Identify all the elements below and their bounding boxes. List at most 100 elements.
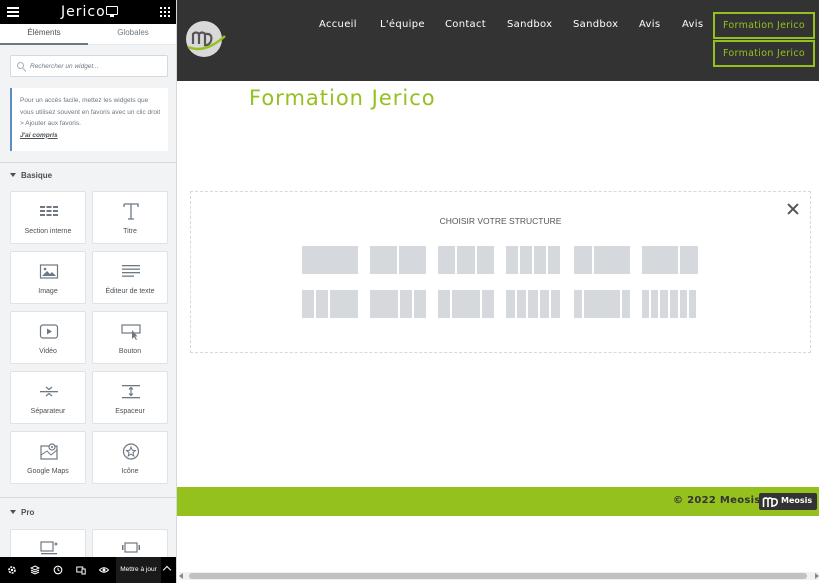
widget-search-input[interactable] bbox=[30, 59, 165, 73]
map-icon bbox=[40, 443, 58, 460]
update-button[interactable]: Mettre à jour bbox=[116, 557, 161, 583]
scroll-right-arrow-icon[interactable] bbox=[815, 573, 819, 579]
nav-avis-2[interactable]: Avis bbox=[682, 19, 703, 30]
caret-down-icon bbox=[10, 173, 16, 177]
widget-label: Google Maps bbox=[27, 468, 69, 475]
nav-formation-button-1[interactable]: Formation Jerico bbox=[713, 12, 815, 39]
posts-icon bbox=[40, 541, 58, 555]
structure-preset-100[interactable] bbox=[302, 246, 358, 274]
widgets-grid-icon[interactable] bbox=[160, 7, 170, 17]
panel-logo: Jerico bbox=[61, 4, 106, 20]
footer-logo[interactable]: Meosis bbox=[759, 493, 817, 510]
widget-label: Éditeur de texte bbox=[105, 288, 155, 295]
widget-inner-section[interactable]: Section interne bbox=[10, 191, 86, 244]
nav-formation-button-2[interactable]: Formation Jerico bbox=[713, 40, 815, 67]
image-icon bbox=[39, 264, 59, 279]
structure-preset-20x5[interactable] bbox=[506, 290, 562, 318]
page-title[interactable]: Formation Jerico bbox=[249, 86, 436, 110]
widget-label: Vidéo bbox=[39, 348, 57, 355]
section-title-label: Pro bbox=[21, 508, 35, 517]
widget-text-editor[interactable]: Éditeur de texte bbox=[92, 251, 168, 304]
widget-google-maps[interactable]: Google Maps bbox=[10, 431, 86, 484]
panel-tabs: Éléments Globales bbox=[0, 24, 176, 45]
page-preview: Accueil L'équipe Contact Sandbox Sandbox… bbox=[177, 0, 819, 583]
widget-label: Section interne bbox=[24, 228, 72, 235]
structure-title: CHOISIR VOTRE STRUCTURE bbox=[439, 216, 562, 226]
hamburger-menu-icon[interactable] bbox=[7, 7, 19, 17]
meosis-logo-mark-icon bbox=[762, 497, 778, 507]
site-header: Accueil L'équipe Contact Sandbox Sandbox… bbox=[177, 0, 819, 81]
structure-preset-25-25-50[interactable] bbox=[302, 290, 358, 318]
widget-label: Titre bbox=[123, 228, 137, 235]
structure-preset-66-33[interactable] bbox=[642, 246, 698, 274]
nav-sandbox-2[interactable]: Sandbox bbox=[573, 19, 618, 30]
nav-accueil[interactable]: Accueil bbox=[319, 19, 357, 30]
horizontal-scrollbar[interactable] bbox=[179, 572, 819, 580]
heading-icon bbox=[123, 203, 139, 220]
caret-down-icon bbox=[10, 510, 16, 514]
section-divider bbox=[0, 162, 176, 163]
panel-footer-bar: Mettre à jour bbox=[0, 557, 176, 583]
close-icon[interactable] bbox=[787, 203, 799, 215]
structure-preset-16-66-16[interactable] bbox=[574, 290, 630, 318]
structure-preset-33x3[interactable] bbox=[438, 246, 494, 274]
divider-icon bbox=[40, 386, 58, 397]
monitor-icon bbox=[106, 6, 118, 17]
star-icon bbox=[122, 443, 140, 460]
widget-heading[interactable]: Titre bbox=[92, 191, 168, 244]
structure-preset-16x6[interactable] bbox=[642, 290, 698, 318]
section-title-pro[interactable]: Pro bbox=[10, 508, 34, 517]
text-editor-icon bbox=[122, 265, 140, 277]
spacer-icon bbox=[122, 385, 140, 399]
widget-label: Image bbox=[38, 288, 58, 295]
button-icon bbox=[121, 324, 141, 340]
nav-equipe[interactable]: L'équipe bbox=[380, 19, 425, 30]
video-icon bbox=[39, 324, 59, 339]
section-title-label: Basique bbox=[21, 171, 53, 180]
structure-picker: CHOISIR VOTRE STRUCTURE bbox=[190, 191, 811, 353]
site-footer: © 2022 Meosis Meosis bbox=[177, 487, 819, 516]
slides-icon bbox=[122, 542, 140, 553]
widget-spacer[interactable]: Espaceur bbox=[92, 371, 168, 424]
chevron-up-icon[interactable] bbox=[162, 565, 172, 575]
settings-gear-icon[interactable] bbox=[7, 565, 17, 575]
search-icon bbox=[17, 62, 24, 69]
section-divider bbox=[0, 497, 176, 498]
tab-globals[interactable]: Globales bbox=[89, 24, 176, 45]
history-icon[interactable] bbox=[53, 565, 63, 575]
scroll-left-arrow-icon[interactable] bbox=[179, 573, 183, 579]
structure-preset-50-50[interactable] bbox=[370, 246, 426, 274]
scrollbar-thumb[interactable] bbox=[189, 573, 807, 579]
structure-preset-25x4[interactable] bbox=[506, 246, 562, 274]
panel-header: Jerico bbox=[0, 0, 176, 24]
preview-eye-icon[interactable] bbox=[99, 565, 109, 575]
section-title-basique[interactable]: Basique bbox=[10, 171, 52, 180]
copyright-text: © 2022 Meosis bbox=[673, 495, 761, 506]
widget-image[interactable]: Image bbox=[10, 251, 86, 304]
hint-text: Pour un accès facile, mettez les widgets… bbox=[20, 97, 161, 127]
nav-contact[interactable]: Contact bbox=[445, 19, 486, 30]
structure-preset-50-25-25[interactable] bbox=[370, 290, 426, 318]
widget-label: Séparateur bbox=[30, 408, 66, 415]
editor-panel: Jerico Éléments Globales Pour un accès f… bbox=[0, 0, 177, 583]
favorites-hint: Pour un accès facile, mettez les widgets… bbox=[10, 88, 168, 151]
nav-sandbox-1[interactable]: Sandbox bbox=[507, 19, 552, 30]
structure-preset-33-66[interactable] bbox=[574, 246, 630, 274]
inner-section-icon bbox=[40, 206, 58, 216]
widget-video[interactable]: Vidéo bbox=[10, 311, 86, 364]
hint-dismiss-link[interactable]: J'ai compris bbox=[20, 132, 58, 139]
widget-label: Bouton bbox=[118, 348, 142, 355]
layers-icon[interactable] bbox=[30, 565, 40, 575]
widget-icon[interactable]: Icône bbox=[92, 431, 168, 484]
site-logo[interactable] bbox=[185, 20, 227, 58]
widget-label: Espaceur bbox=[115, 408, 145, 415]
footer-logo-text: Meosis bbox=[781, 496, 813, 505]
widget-search-box bbox=[10, 55, 168, 77]
widget-label: Icône bbox=[121, 468, 139, 475]
nav-avis-1[interactable]: Avis bbox=[639, 19, 660, 30]
responsive-mode-icon[interactable] bbox=[76, 565, 86, 575]
structure-preset-25-50-25[interactable] bbox=[438, 290, 494, 318]
tab-elements[interactable]: Éléments bbox=[0, 24, 88, 45]
widget-button[interactable]: Bouton bbox=[92, 311, 168, 364]
widget-divider[interactable]: Séparateur bbox=[10, 371, 86, 424]
